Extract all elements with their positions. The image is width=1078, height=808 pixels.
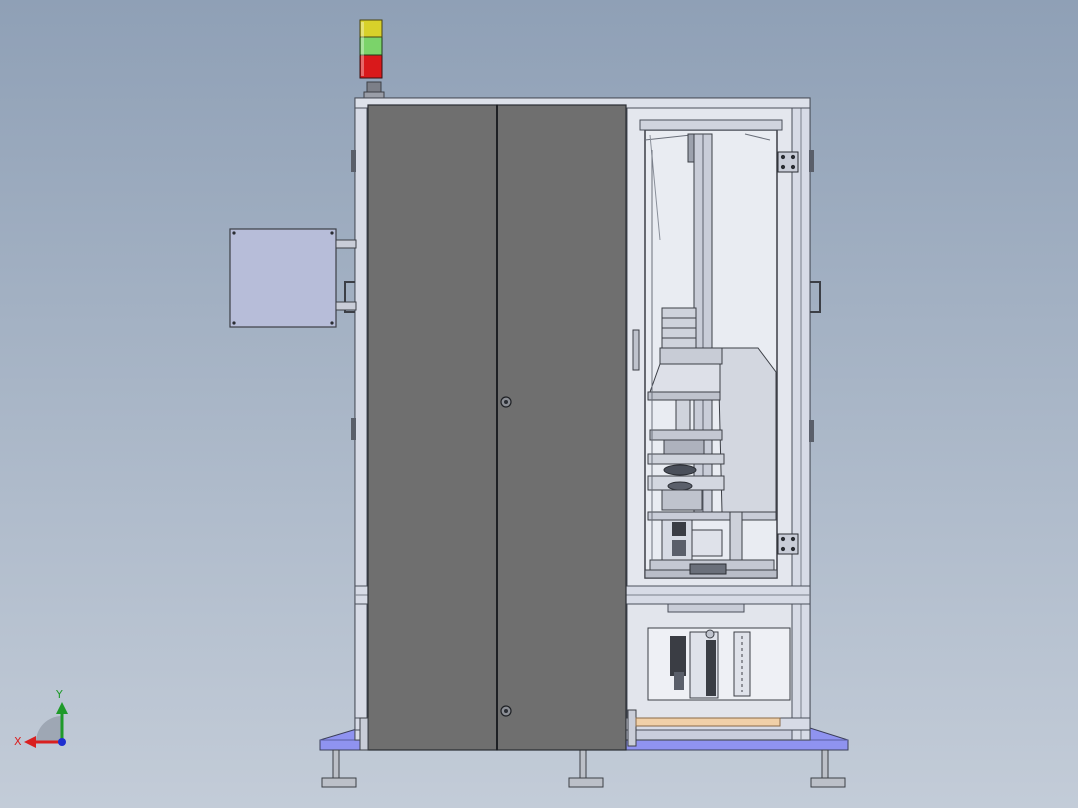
control-box[interactable] <box>229 228 357 328</box>
stack-light-icon[interactable] <box>359 19 385 101</box>
mechanism-window[interactable] <box>626 107 793 587</box>
door-lock-icon[interactable] <box>500 705 512 717</box>
cad-viewport[interactable]: Y X <box>0 0 1078 808</box>
door-lock-icon[interactable] <box>500 396 512 408</box>
axis-x-label: X <box>14 735 22 748</box>
axis-y-label: Y <box>55 688 63 701</box>
axis-triad-icon: Y X <box>14 688 68 748</box>
door-right[interactable] <box>496 104 627 751</box>
corner-bracket <box>359 717 369 751</box>
leveling-feet <box>321 749 846 788</box>
machine-assembly-view[interactable]: Y X <box>0 0 1078 808</box>
wood-pad <box>635 717 781 727</box>
door-left[interactable] <box>367 104 498 751</box>
